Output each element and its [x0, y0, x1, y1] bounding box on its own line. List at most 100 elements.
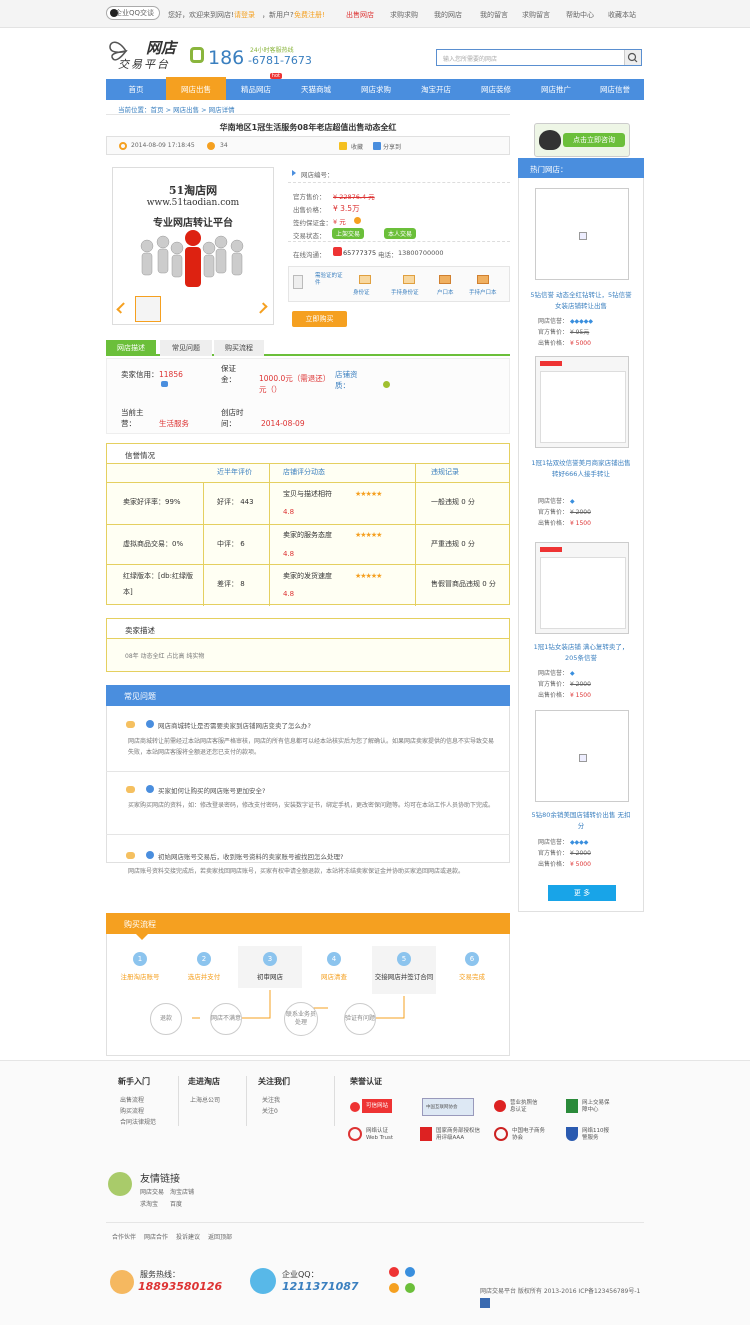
nav-promotion[interactable]: 网店推广: [526, 79, 586, 100]
footer-link[interactable]: 关注我: [262, 1095, 280, 1104]
divider: [107, 482, 509, 483]
buy-now-button[interactable]: 立即购买: [292, 311, 347, 327]
enterprise-qq[interactable]: 1211371087: [282, 1280, 359, 1293]
nav-reputation[interactable]: 网店信誉: [586, 79, 644, 100]
footer-link[interactable]: 合同法律规范: [120, 1117, 156, 1126]
orig-label: 官方售价：: [538, 850, 569, 857]
hot-shop-thumb[interactable]: [535, 356, 629, 448]
hot-shop-orig: 官方售价： ¥ 95元: [538, 327, 589, 336]
orig-label: 官方售价：: [538, 681, 569, 688]
document-icon: [293, 275, 303, 289]
hot-shop-title[interactable]: 1冠1钻双纹信誉美月商家店铺出售转好666人接手转让: [530, 458, 632, 480]
tab-description[interactable]: 网店描述: [106, 340, 156, 356]
hot-shops-title: 热门网店：: [530, 165, 568, 174]
cert-badge[interactable]: 中国电子商务协会: [494, 1126, 548, 1144]
qq-contact-icon[interactable]: [333, 247, 342, 256]
process-step-4: 4 网店清查: [302, 952, 366, 982]
hot-shop-title[interactable]: 5钻信誉 动态全红钻转让，5钻信誉女装店铺转让出售: [530, 290, 632, 312]
faq-question[interactable]: 初始网店账号交易后，收到账号资料的卖家账号被找回怎么处理?: [158, 851, 498, 861]
friend-link[interactable]: 网店交易: [140, 1187, 164, 1196]
user-icon: [207, 142, 215, 150]
process-refund: 退款: [150, 1003, 182, 1035]
nav-tmall[interactable]: 天猫商城: [286, 79, 346, 100]
cert-badge[interactable]: 可信网站: [350, 1098, 392, 1116]
listing-image[interactable]: 51淘店网 www.51taodian.com 专业网店转让平台: [112, 167, 274, 325]
cert-label: 可信网站: [362, 1099, 392, 1113]
login-link[interactable]: 请登录: [234, 10, 255, 20]
virtual-goods-rate: 虚拟商品交易：0%: [123, 540, 184, 548]
nav-premium[interactable]: 精品网店 hot: [226, 73, 286, 100]
footer-link[interactable]: 上海总公司: [190, 1095, 220, 1104]
toplink-buy-messages[interactable]: 求购留言: [522, 10, 550, 20]
cert-badge[interactable]: 网上交易保障中心: [566, 1098, 610, 1116]
nav-shop-wanted[interactable]: 网店求购: [346, 79, 406, 100]
logo-title[interactable]: 网店: [146, 37, 176, 58]
hot-shop-thumb[interactable]: [535, 710, 629, 802]
toplink-favorite[interactable]: 收藏本站: [608, 10, 636, 20]
service-hotline: 18893580126: [138, 1280, 223, 1293]
toplink-buy[interactable]: 求购求购: [390, 10, 418, 20]
footer-col-title: 关注我们: [258, 1077, 290, 1086]
consult-now-button[interactable]: 点击立即咨询: [534, 123, 630, 157]
sale-price-label: 出售价格：: [293, 206, 326, 214]
cert-badge[interactable]: 营业执照信息认证: [494, 1098, 538, 1116]
people-illustration: [140, 230, 244, 287]
faq-question[interactable]: 网店商城转让是否需要卖家到店铺网店变卖了怎么办?: [158, 720, 311, 730]
search-button[interactable]: [624, 50, 641, 65]
joomla-logo-icon: [389, 1267, 415, 1293]
nav-home[interactable]: 首页: [106, 79, 166, 100]
tab-process[interactable]: 购买流程: [214, 340, 264, 356]
orig-price: ¥ 95元: [569, 329, 590, 336]
phone-service-icon: [110, 1270, 134, 1294]
nav-decoration[interactable]: 网店装修: [466, 79, 526, 100]
thumbnail[interactable]: [135, 296, 161, 322]
positive-reviews: 好评： 443: [217, 498, 254, 506]
cert-badge[interactable]: 网络110报警服务: [566, 1126, 609, 1144]
listing-meta-bar: 2014-08-09 17:18:45 34 收藏 分享到: [106, 136, 510, 155]
cert-badge[interactable]: 网络认证 Web Trust: [348, 1126, 393, 1144]
cert-badge[interactable]: 中国互联网协会: [422, 1098, 474, 1116]
share-link[interactable]: 分享到: [383, 142, 401, 151]
qq-chat-button[interactable]: 企业QQ交谈: [106, 6, 160, 20]
friend-link[interactable]: 百度: [170, 1199, 182, 1208]
sale-price: ¥ 5000: [569, 340, 591, 347]
breadcrumb[interactable]: 当前位置：首页 > 网店出售 > 网店详情: [118, 104, 235, 114]
more-button[interactable]: 更 多: [548, 885, 616, 901]
police-badge-icon[interactable]: [480, 1298, 490, 1308]
toplink-messages[interactable]: 我的留言: [480, 10, 508, 20]
nav-shop-sale[interactable]: 网店出售: [166, 77, 226, 100]
divider: [203, 482, 204, 606]
verify-id-card: 身份证: [353, 290, 370, 296]
footer-link[interactable]: 关注0: [262, 1106, 278, 1115]
desc-title: 卖家描述: [125, 626, 155, 635]
process-title: 购买流程: [124, 920, 156, 929]
search-input[interactable]: 输入您所需要的网店: [436, 49, 642, 66]
toplink-sell[interactable]: 出售网店: [346, 10, 374, 20]
qq-number[interactable]: 65777375: [343, 249, 376, 257]
friend-link[interactable]: 求淘宝: [140, 1199, 158, 1208]
bottom-link[interactable]: 投诉建议: [176, 1232, 200, 1241]
tab-faq[interactable]: 常见问题: [160, 340, 212, 356]
welcome-text: 您好，欢迎来到网店!: [168, 11, 234, 19]
hot-shop-title[interactable]: 5钻80余销美国店铺转价出售 无扣分: [530, 810, 632, 832]
favorite-link[interactable]: 收藏: [351, 142, 363, 151]
cert-badge[interactable]: 国家商务部授权信用评级AAA: [420, 1126, 480, 1144]
hot-shop-orig: 官方售价： ¥ 2000: [538, 848, 591, 857]
bottom-link[interactable]: 合作伙伴: [112, 1232, 136, 1241]
faq-question[interactable]: 买家如何让购买的网店账号更加安全?: [158, 785, 265, 795]
divider: [415, 464, 416, 606]
register-link[interactable]: 免费注册!: [294, 10, 325, 20]
hot-shop-thumb[interactable]: [535, 188, 629, 280]
bottom-link[interactable]: 返回顶部: [208, 1232, 232, 1241]
nav-taobao-open[interactable]: 淘宝开店: [406, 79, 466, 100]
footer-link[interactable]: 出售流程: [120, 1095, 144, 1104]
footer-link[interactable]: 购买流程: [120, 1106, 144, 1115]
hot-shop-thumb[interactable]: [535, 542, 629, 634]
bottom-link[interactable]: 网店合作: [144, 1232, 168, 1241]
toplink-myshop[interactable]: 我的网店: [434, 10, 462, 20]
prev-arrow-icon[interactable]: [116, 302, 128, 314]
friend-link[interactable]: 淘宝店铺: [170, 1187, 194, 1196]
next-arrow-icon[interactable]: [256, 302, 268, 314]
toplink-help[interactable]: 帮助中心: [566, 10, 594, 20]
hot-shop-title[interactable]: 1冠1钻女装店铺 满心复转卖了，205条信誉: [530, 642, 632, 664]
